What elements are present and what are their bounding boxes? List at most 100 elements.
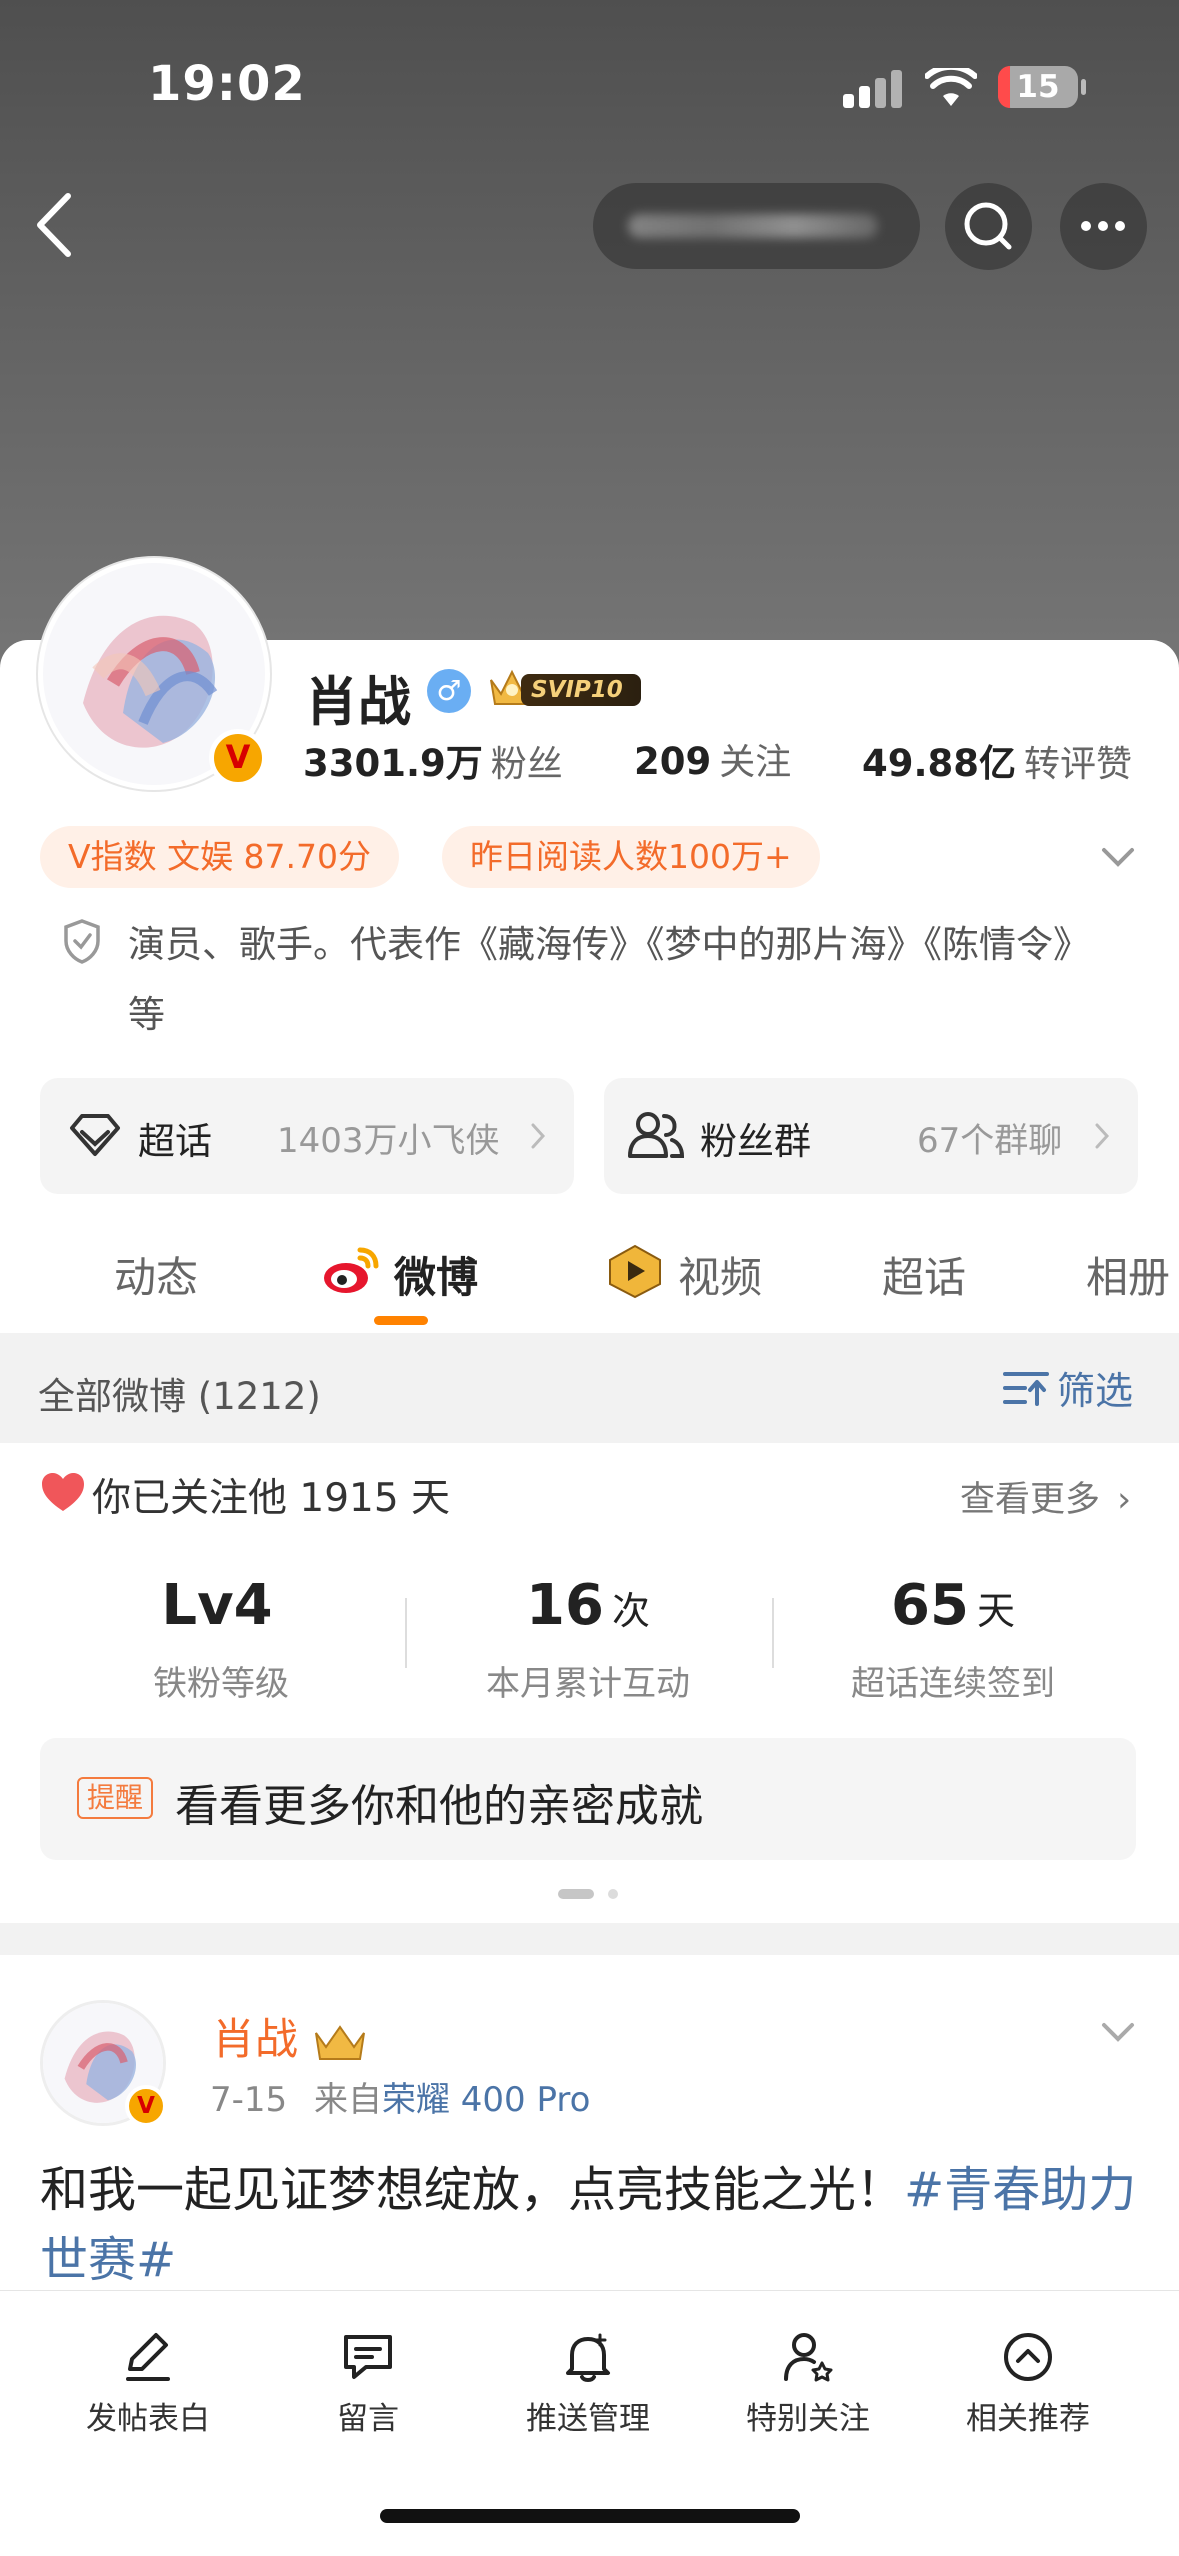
pen-icon [126,2333,170,2381]
battery-level: 15 [1016,69,1060,105]
verified-v-icon: V [209,729,267,787]
tab-weibo[interactable]: 微博 [394,1244,478,1305]
svip-level: SVIP10 [521,674,641,706]
post-date: 7-15 [210,2080,288,2120]
chevron-right-icon: › [1117,1480,1132,1520]
post-options-chevron-icon[interactable] [1100,2017,1136,2045]
special-follow-label: 特别关注 [746,2401,870,2437]
fan-group-card[interactable]: 粉丝群 67个群聊 [604,1078,1138,1194]
chat-icon [344,2335,392,2379]
likes-stat[interactable]: 49.88亿 转评赞 [862,733,1132,787]
metric-divider [405,1598,407,1668]
followers-label: 粉丝 [490,744,563,785]
section-separator [0,1923,1179,1955]
battery-tip [1081,79,1086,95]
filter-button[interactable]: 筛选 [1003,1360,1133,1415]
cellular-signal-icon [843,70,905,108]
achievement-tip[interactable]: 提醒 看看更多你和他的亲密成就 [40,1738,1136,1860]
likes-count: 49.88亿 [862,742,1017,785]
view-more-link[interactable]: 查看更多 › [960,1471,1131,1522]
back-arrow-icon[interactable] [30,190,80,260]
male-gender-icon: ♂ [427,669,471,713]
fan-level-metric[interactable]: Lv4 铁粉等级 [76,1573,366,1705]
feed-filter-bar: 全部微博 (1212) 筛选 [0,1333,1179,1443]
svip-badge[interactable]: SVIP10 [487,664,657,712]
user-star-icon [784,2333,833,2382]
following-count: 209 [634,740,712,783]
push-settings-label: 推送管理 [526,2401,650,2437]
checkin-unit: 天 [976,1589,1015,1633]
post-text: 和我一起见证梦想绽放，点亮技能之光！ [40,2162,905,2218]
tab-dynamic[interactable]: 动态 [114,1244,198,1305]
chevron-right-icon [531,1123,546,1149]
post-author[interactable]: 肖战 [212,2005,368,2067]
obscured-text [628,214,878,238]
readers-tag[interactable]: 昨日阅读人数100万+ [442,826,820,888]
wifi-icon [925,68,977,106]
super-topic-title: 超话 [138,1120,212,1163]
status-bar: 19:02 15 [0,0,1179,170]
special-follow-button[interactable]: 特别关注 [698,2329,918,2438]
status-time: 19:02 [148,56,306,112]
push-settings-button[interactable]: 推送管理 [478,2329,698,2438]
tab-super-topic[interactable]: 超话 [882,1244,966,1305]
post-confession-button[interactable]: 发帖表白 [38,2329,258,2438]
super-topic-card[interactable]: 超话 1403万小飞侠 [40,1078,574,1194]
checkin-metric[interactable]: 65 天 超话连续签到 [808,1573,1098,1705]
tip-text: 看看更多你和他的亲密成就 [175,1781,703,1832]
message-label: 留言 [337,2401,399,2437]
battery-indicator: 15 [998,66,1078,108]
fan-group-sub: 67个群聊 [917,1121,1063,1161]
post-content: 和我一起见证梦想绽放，点亮技能之光！#青春助力世赛# [40,2155,1140,2295]
search-icon [964,202,1012,250]
expand-chevron-icon[interactable] [1100,842,1136,870]
fan-group-title: 粉丝群 [700,1120,811,1163]
view-more-label: 查看更多 [960,1480,1101,1520]
checkin-value: 65 [891,1573,969,1638]
metric-divider [772,1598,774,1668]
search-button[interactable] [945,183,1032,270]
interaction-label: 本月累计互动 [486,1664,690,1704]
home-indicator[interactable] [380,2509,800,2523]
weibo-logo-icon [324,1247,379,1293]
profile-search-field[interactable] [593,183,920,269]
fan-achievement-card: 你已关注他 1915 天 查看更多 › Lv4 铁粉等级 16 次 本月累计互动 … [0,1443,1179,1923]
verified-v-icon: V [125,2085,167,2127]
more-dots-icon [1081,221,1125,231]
interaction-value: 16 [526,1573,604,1638]
active-tab-indicator [374,1316,428,1325]
post-from: 来自 [313,2080,382,2120]
related-recommend-button[interactable]: 相关推荐 [918,2329,1138,2438]
interaction-metric[interactable]: 16 次 本月累计互动 [443,1573,733,1705]
checkin-label: 超话连续签到 [851,1664,1055,1704]
v-index-tag[interactable]: V指数 文娱 87.70分 [40,826,400,888]
up-circle-icon [1004,2333,1052,2381]
all-weibo-count[interactable]: 全部微博 (1212) [38,1366,321,1420]
interaction-unit: 次 [611,1589,650,1633]
post-avatar[interactable]: V [40,2000,167,2127]
profile-bio: 演员、歌手。代表作《藏海传》《梦中的那片海》《陈情令》等 [128,923,1072,1036]
fan-level-value: Lv4 [161,1573,273,1638]
fan-level-label: 铁粉等级 [153,1664,289,1704]
profile-page: 19:02 15 V 肖战 ♂ SVIP10 3301.9万 粉丝 209 关注… [0,0,1179,2556]
post-device[interactable]: 荣耀 400 Pro [382,2080,590,2120]
video-badge-icon [609,1244,661,1299]
likes-label: 转评赞 [1024,744,1133,785]
followers-stat[interactable]: 3301.9万 粉丝 [303,733,563,787]
more-options-button[interactable] [1060,183,1147,270]
diamond-icon [70,1114,120,1156]
heart-icon [42,1473,84,1511]
followers-count: 3301.9万 [303,742,483,785]
tab-video[interactable]: 视频 [678,1244,762,1305]
post-confession-label: 发帖表白 [86,2401,210,2437]
tip-badge: 提醒 [77,1777,154,1819]
avatar[interactable]: V [38,558,270,790]
following-stat[interactable]: 209 关注 [634,733,791,785]
follow-days-title: 你已关注他 1915 天 [92,1476,451,1521]
message-button[interactable]: 留言 [258,2329,478,2438]
tab-album[interactable]: 相册 [1086,1244,1170,1305]
post-author-name: 肖战 [212,2015,298,2065]
crown-icon [314,2024,365,2060]
related-recommend-label: 相关推荐 [966,2401,1090,2437]
filter-icon [1003,1371,1049,1406]
